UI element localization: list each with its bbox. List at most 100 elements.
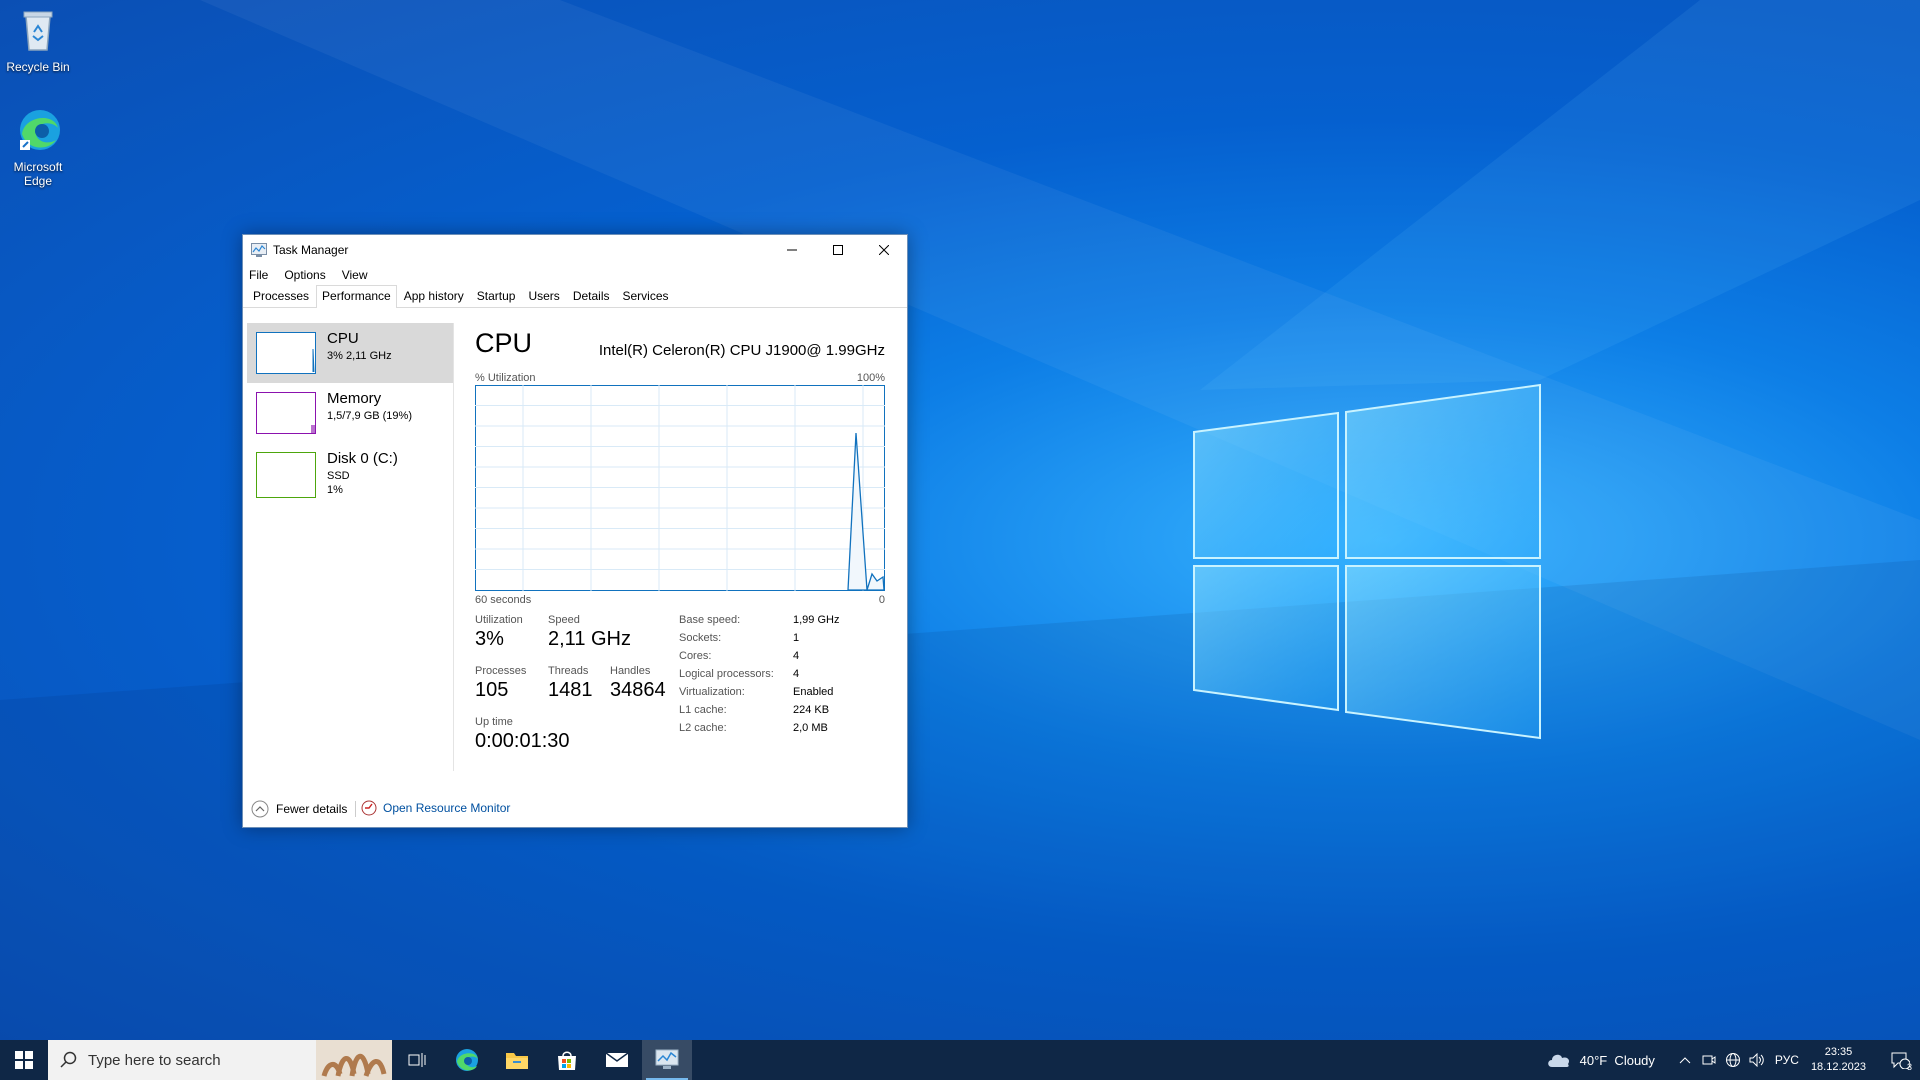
windows-logo-wallpaper [1193, 383, 1541, 740]
utilization-value: 3% [475, 628, 504, 650]
taskbar-file-explorer[interactable] [492, 1040, 542, 1080]
notification-center-button[interactable]: 3 [1880, 1040, 1920, 1080]
network-button[interactable] [1721, 1052, 1745, 1068]
maximize-icon [833, 245, 843, 255]
tab-processes[interactable]: Processes [247, 285, 315, 307]
resource-disk-type: SSD [327, 470, 350, 482]
taskbar-store[interactable] [542, 1040, 592, 1080]
speed-value: 2,11 GHz [548, 628, 631, 650]
virtualization-label: Virtualization: [679, 686, 745, 698]
taskbar-mail[interactable] [592, 1040, 642, 1080]
logical-processors-value: 4 [793, 668, 800, 680]
utilization-axis-label: % Utilization [475, 372, 536, 384]
clock[interactable]: 23:35 18.12.2023 [1811, 1045, 1866, 1075]
processes-label: Processes [475, 665, 527, 677]
taskbar-search-box[interactable]: Type here to search [48, 1040, 392, 1080]
cores-label: Cores: [679, 650, 712, 662]
utilization-label: Utilization [475, 614, 523, 626]
tab-details[interactable]: Details [567, 285, 616, 307]
speaker-icon [1749, 1053, 1764, 1067]
start-button[interactable] [0, 1040, 48, 1080]
title-bar[interactable]: Task Manager [243, 235, 907, 265]
window-title: Task Manager [273, 243, 349, 257]
menu-view[interactable]: View [342, 268, 368, 282]
input-language-indicator[interactable]: РУС [1775, 1053, 1799, 1067]
resource-item-memory[interactable]: Memory 1,5/7,9 GB (19%) [247, 383, 453, 443]
cpu-model: Intel(R) Celeron(R) CPU J1900@ 1.99GHz [598, 342, 885, 359]
notification-count: 3 [1906, 1062, 1912, 1072]
minimize-button[interactable] [769, 235, 815, 265]
taskbar-task-manager[interactable] [642, 1040, 692, 1080]
tab-app-history[interactable]: App history [398, 285, 470, 307]
store-icon [558, 1051, 576, 1070]
tab-users[interactable]: Users [522, 285, 565, 307]
taskbar-task-view[interactable] [392, 1040, 442, 1080]
recycle-bin-label: Recycle Bin [6, 60, 70, 74]
volume-button[interactable] [1745, 1053, 1769, 1067]
tab-bar: Processes Performance App history Startu… [243, 285, 907, 308]
task-manager-window[interactable]: Task Manager File Options View Processes… [242, 234, 908, 828]
resource-detail: 3% 2,11 GHz [327, 350, 392, 362]
recycle-bin-icon [23, 11, 53, 51]
resource-detail: SSD 1% [327, 469, 350, 497]
menu-options[interactable]: Options [284, 268, 325, 282]
threads-label: Threads [548, 665, 589, 677]
handles-label: Handles [610, 665, 651, 677]
resource-item-cpu[interactable]: CPU 3% 2,11 GHz [247, 323, 453, 383]
utilization-max-label: 100% [856, 372, 885, 384]
meet-now-button[interactable] [1697, 1053, 1721, 1067]
speed-label: Speed [548, 614, 580, 626]
threads-value: 1481 [548, 679, 593, 701]
time-axis-label: 60 seconds [475, 594, 532, 606]
tab-services[interactable]: Services [617, 285, 675, 307]
search-highlight-illustration [316, 1040, 392, 1080]
globe-icon [1725, 1053, 1740, 1067]
show-hidden-icons-button[interactable] [1673, 1056, 1697, 1064]
resource-name: Memory [327, 390, 382, 407]
cores-value: 4 [793, 650, 800, 662]
footer-divider [355, 801, 356, 817]
cpu-utilization-graph [475, 385, 885, 591]
minimize-icon [787, 249, 797, 251]
close-icon [879, 245, 889, 255]
taskbar-edge[interactable] [442, 1040, 492, 1080]
taskbar: Type here to search 40°F Cloudy РУС 23:3… [0, 1040, 1920, 1080]
tab-startup[interactable]: Startup [471, 285, 522, 307]
fewer-details-button[interactable]: Fewer details [251, 800, 347, 818]
task-manager-icon [251, 243, 267, 257]
folder-icon [506, 1053, 528, 1069]
fewer-details-label: Fewer details [276, 802, 348, 816]
handles-value: 34864 [610, 679, 666, 701]
clock-time: 23:35 [1824, 1046, 1853, 1058]
virtualization-value: Enabled [793, 686, 834, 698]
tab-performance[interactable]: Performance [316, 285, 397, 308]
base-speed-label: Base speed: [679, 614, 741, 626]
window-footer: Fewer details Open Resource Monitor [243, 791, 907, 827]
edge-label: Microsoft Edge [13, 160, 63, 188]
recycle-bin-shortcut[interactable]: Recycle Bin [0, 6, 76, 74]
menu-file[interactable]: File [249, 268, 268, 282]
resource-name: Disk 0 (C:) [327, 450, 398, 467]
search-placeholder: Type here to search [88, 1051, 221, 1069]
weather-text: 40°F Cloudy [1579, 1052, 1655, 1068]
task-view-icon [408, 1053, 426, 1067]
disk-thumbnail-graph [256, 452, 316, 498]
weather-widget[interactable]: 40°F Cloudy [1546, 1051, 1655, 1069]
uptime-value: 0:00:01:30 [475, 730, 570, 752]
resource-name: CPU [327, 330, 359, 347]
maximize-button[interactable] [815, 235, 861, 265]
open-resource-monitor-link[interactable]: Open Resource Monitor [361, 800, 510, 816]
memory-thumbnail-graph [256, 392, 316, 434]
l1-cache-value: 224 KB [793, 704, 830, 716]
edge-icon [456, 1049, 478, 1071]
close-button[interactable] [861, 235, 907, 265]
edge-shortcut[interactable]: Microsoft Edge [0, 106, 76, 188]
l1-cache-label: L1 cache: [679, 704, 727, 716]
resource-monitor-icon [361, 800, 377, 816]
camera-icon [1702, 1055, 1716, 1065]
resource-list: CPU 3% 2,11 GHz Memory 1,5/7,9 GB (19%) … [247, 323, 454, 771]
sockets-label: Sockets: [679, 632, 722, 644]
cpu-heading: CPU [475, 328, 533, 358]
resource-item-disk[interactable]: Disk 0 (C:) SSD 1% [247, 443, 453, 503]
windows-start-icon [15, 1051, 33, 1069]
